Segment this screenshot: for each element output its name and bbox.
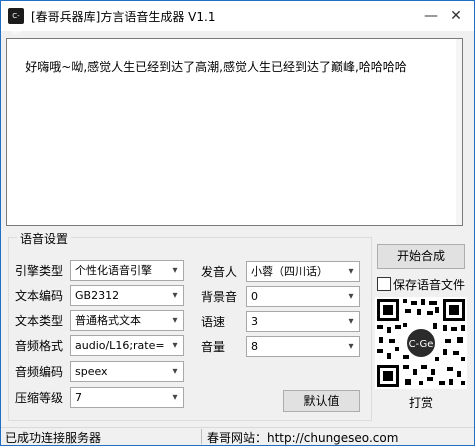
app-window: C-Ge [春哥兵器库]方言语音生成器 V1.1 — ✕ 好嗨哦~呦,感觉人生已… (0, 0, 475, 446)
app-logo-icon: C-Ge (8, 8, 24, 36)
donate-label: 打赏 (409, 396, 434, 410)
audio-format-select[interactable]: audio/L16;rate= ▾ (70, 335, 184, 356)
volume-value: 8 (251, 340, 258, 353)
audio-format-value: audio/L16;rate= (75, 339, 165, 352)
engine-select[interactable]: 个性化语音引擎 ▾ (70, 260, 184, 281)
chevron-down-icon: ▾ (172, 392, 178, 403)
speaker-value: 小蓉（四川话） (251, 265, 328, 278)
text-type-value: 普通格式文本 (75, 314, 141, 327)
text-type-label: 文本类型 (15, 314, 64, 328)
minimize-button[interactable]: — (420, 5, 442, 27)
qr-badge-text: C-Ge (409, 339, 434, 350)
chevron-down-icon: ▾ (172, 340, 178, 351)
compression-label: 压缩等级 (15, 391, 64, 405)
title-bar[interactable]: C-Ge [春哥兵器库]方言语音生成器 V1.1 — ✕ (1, 1, 474, 36)
status-divider (201, 429, 202, 444)
speed-select[interactable]: 3 ▾ (246, 311, 360, 332)
chevron-down-icon: ▾ (172, 366, 178, 377)
audio-codec-select[interactable]: speex ▾ (70, 361, 184, 382)
volume-select[interactable]: 8 ▾ (246, 336, 360, 357)
default-values-button[interactable]: 默认值 (283, 390, 360, 412)
connection-status: 已成功连接服务器 (5, 431, 102, 445)
speaker-select[interactable]: 小蓉（四川话） ▾ (246, 261, 360, 282)
audio-format-label: 音频格式 (15, 339, 64, 353)
status-bar: 已成功连接服务器 春哥网站：http://chungeseo.com (1, 427, 474, 445)
compression-select[interactable]: 7 ▾ (70, 387, 184, 408)
close-button[interactable]: ✕ (445, 5, 467, 27)
save-audio-checkbox[interactable] (377, 277, 391, 291)
chevron-down-icon: ▾ (348, 291, 354, 302)
bg-sound-select[interactable]: 0 ▾ (246, 286, 360, 307)
encoding-select[interactable]: GB2312 ▾ (70, 285, 184, 306)
chevron-down-icon: ▾ (172, 315, 178, 326)
start-synthesis-button[interactable]: 开始合成 (377, 244, 465, 269)
text-input-value: 好嗨哦~呦,感觉人生已经到达了高潮,感觉人生已经到达了巅峰,哈哈哈哈 (25, 60, 407, 74)
speed-label: 语速 (201, 315, 226, 329)
volume-label: 音量 (201, 340, 226, 354)
donate-qr-code: C-Ge (375, 297, 467, 389)
text-type-select[interactable]: 普通格式文本 ▾ (70, 310, 184, 331)
audio-codec-label: 音频编码 (15, 365, 64, 379)
chevron-down-icon: ▾ (348, 266, 354, 277)
text-input-area[interactable]: 好嗨哦~呦,感觉人生已经到达了高潮,感觉人生已经到达了巅峰,哈哈哈哈 (6, 38, 463, 226)
qr-code-icon: C-Ge (375, 297, 467, 389)
encoding-value: GB2312 (75, 289, 120, 302)
voice-settings-group: 语音设置 引擎类型 个性化语音引擎 ▾ 文本编码 GB2312 ▾ 文本类型 普… (8, 230, 372, 421)
voice-settings-title: 语音设置 (17, 230, 72, 247)
chevron-down-icon: ▾ (348, 316, 354, 327)
save-audio-label: 保存语音文件 (393, 278, 466, 292)
engine-value: 个性化语音引擎 (75, 264, 152, 277)
speaker-label: 发音人 (201, 265, 238, 279)
bg-sound-value: 0 (251, 290, 258, 303)
chevron-down-icon: ▾ (172, 290, 178, 301)
audio-codec-value: speex (75, 365, 108, 378)
engine-label: 引擎类型 (15, 264, 64, 278)
compression-value: 7 (75, 391, 82, 404)
speed-value: 3 (251, 315, 258, 328)
window-title: [春哥兵器库]方言语音生成器 V1.1 (31, 10, 216, 24)
chevron-down-icon: ▾ (172, 265, 178, 276)
encoding-label: 文本编码 (15, 289, 64, 303)
chevron-down-icon: ▾ (348, 341, 354, 352)
website-link[interactable]: 春哥网站：http://chungeseo.com (207, 429, 398, 445)
bg-sound-label: 背景音 (201, 290, 238, 304)
text-scrollbar[interactable] (456, 39, 462, 225)
